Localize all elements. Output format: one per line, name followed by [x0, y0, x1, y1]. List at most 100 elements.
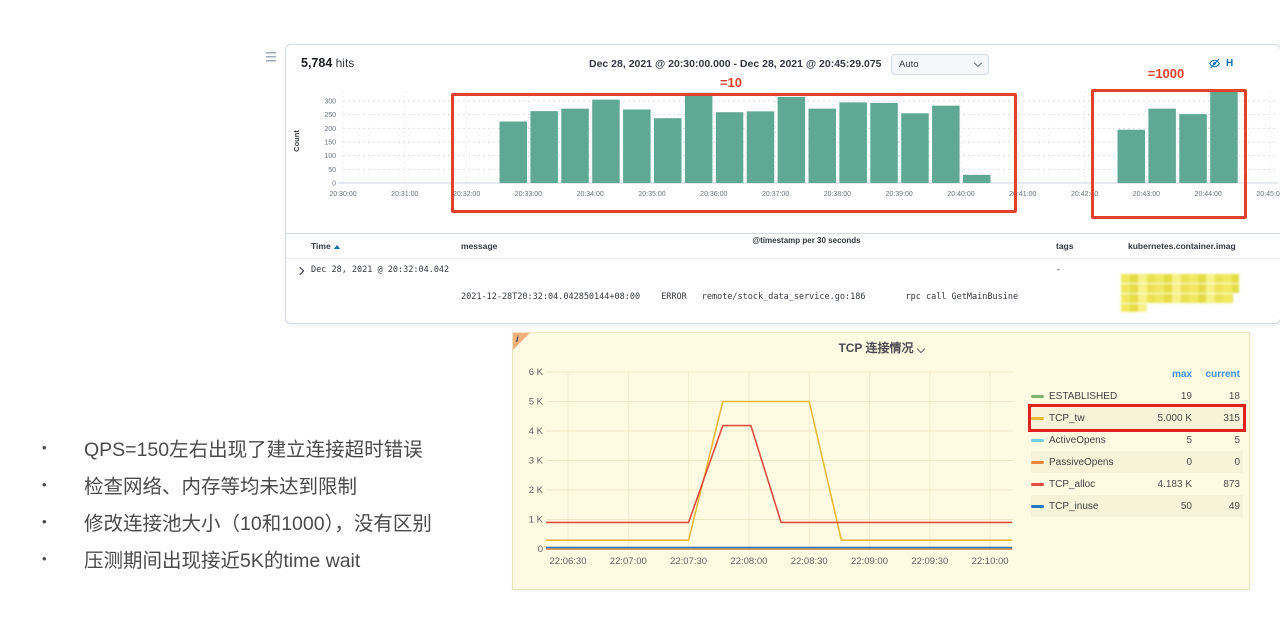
svg-text:22:10:00: 22:10:00 [972, 556, 1009, 567]
legend-row-TCP_inuse[interactable]: TCP_inuse5049 [1031, 495, 1243, 517]
series-current-value: 5 [1192, 435, 1240, 446]
bullet-icon: • [42, 551, 84, 566]
series-max-value: 19 [1136, 391, 1192, 402]
svg-text:1 K: 1 K [529, 515, 544, 526]
hits-count: 5,784 hits [301, 56, 354, 70]
series-max-value: 50 [1136, 501, 1192, 512]
annotation-label-pool10: =10 [451, 75, 1011, 90]
column-header-k8s-image[interactable]: kubernetes.container.imag [1128, 241, 1236, 251]
series-name[interactable]: TCP_tw [1049, 413, 1136, 424]
series-current-value: 315 [1192, 413, 1240, 424]
header-divider [286, 258, 1280, 259]
svg-text:3 K: 3 K [529, 456, 544, 467]
series-name[interactable]: TCP_inuse [1049, 501, 1136, 512]
series-max-value: 5.000 K [1136, 413, 1192, 424]
svg-text:Count: Count [292, 130, 301, 152]
column-header-message[interactable]: message [461, 241, 497, 251]
svg-text:250: 250 [324, 112, 336, 119]
sort-ascending-icon [334, 245, 340, 249]
svg-text:20:31:00: 20:31:00 [391, 191, 418, 198]
log-source: remote/stock_data_service.go:186 [702, 292, 866, 302]
hits-label: hits [336, 56, 355, 70]
column-header-time[interactable]: Time [311, 241, 340, 251]
series-name[interactable]: TCP_alloc [1049, 479, 1136, 490]
legend-max-header[interactable]: max [1136, 369, 1192, 380]
svg-text:200: 200 [324, 126, 336, 133]
date-range[interactable]: Dec 28, 2021 @ 20:30:00.000 - Dec 28, 20… [589, 58, 882, 70]
column-header-tags[interactable]: tags [1056, 241, 1073, 251]
note-text: QPS=150左右出现了建立连接超时错误 [84, 433, 423, 462]
series-color-dash [1031, 483, 1044, 486]
svg-text:300: 300 [324, 99, 336, 106]
legend-row-ESTABLISHED[interactable]: ESTABLISHED1918 [1031, 385, 1243, 407]
svg-text:5 K: 5 K [529, 397, 544, 408]
tcp-legend: max current ESTABLISHED1918TCP_tw5.000 K… [1031, 363, 1243, 517]
svg-text:100: 100 [324, 153, 336, 160]
row-tags-cell: - [1056, 265, 1061, 275]
svg-text:22:07:30: 22:07:30 [670, 556, 707, 567]
series-max-value: 4.183 K [1136, 479, 1192, 490]
series-color-dash [1031, 439, 1044, 442]
svg-text:22:06:30: 22:06:30 [550, 556, 587, 567]
documents-table: Time message tags kubernetes.container.i… [286, 233, 1280, 324]
log-timestamp: 2021-12-28T20:32:04.042850144+08:00 [461, 292, 640, 302]
series-max-value: 5 [1136, 435, 1192, 446]
series-current-value: 873 [1192, 479, 1240, 490]
series-current-value: 18 [1192, 391, 1240, 402]
legend-row-ActiveOpens[interactable]: ActiveOpens55 [1031, 429, 1243, 451]
row-time-cell: Dec 28, 2021 @ 20:32:04.042 [311, 265, 449, 275]
series-name[interactable]: ESTABLISHED [1049, 391, 1136, 402]
svg-text:4 K: 4 K [529, 426, 544, 437]
grafana-tcp-panel: i TCP 连接情况 22:06:3022:07:0022:07:3022:08… [512, 332, 1250, 590]
note-item: •QPS=150左右出现了建立连接超时错误 [42, 429, 522, 466]
svg-text:22:08:00: 22:08:00 [730, 556, 767, 567]
tcp-connections-chart[interactable]: 22:06:30 22:07:00 22:07:30 22:08:00 22:08:30… [513, 333, 1033, 579]
expand-row-icon[interactable] [296, 267, 304, 275]
annotation-box-pool10 [451, 93, 1017, 213]
message-line1: 2021-12-28T20:32:04.042850144+08:00 ERROR… [461, 291, 1041, 304]
svg-text:150: 150 [324, 140, 336, 147]
row-message-cell: 2021-12-28T20:32:04.042850144+08:00 ERROR… [461, 265, 1041, 324]
svg-text:0: 0 [538, 544, 543, 555]
note-text: 修改连接池大小（10和1000），没有区别 [84, 507, 432, 536]
note-text: 检查网络、内存等均未达到限制 [84, 470, 357, 499]
notes-list: •QPS=150左右出现了建立连接超时错误 •检查网络、内存等均未达到限制 •修… [42, 429, 522, 577]
interval-select-value: Auto [899, 59, 919, 70]
legend-current-header[interactable]: current [1192, 369, 1240, 380]
series-color-dash [1031, 461, 1044, 464]
svg-text:2 K: 2 K [529, 485, 544, 496]
log-level: ERROR [661, 292, 687, 302]
log-text-1: rpc call GetMainBusine [905, 292, 1018, 302]
hits-number: 5,784 [301, 56, 332, 70]
drag-handle-icon[interactable] [266, 52, 276, 64]
note-text: 压测期间出现接近5K的time wait [84, 544, 360, 573]
note-item: •检查网络、内存等均未达到限制 [42, 466, 522, 503]
svg-text:22:09:30: 22:09:30 [911, 556, 948, 567]
svg-text:0: 0 [332, 181, 336, 188]
series-color-dash [1031, 395, 1044, 398]
svg-text:20:30:00: 20:30:00 [329, 191, 356, 198]
series-current-value: 0 [1192, 457, 1240, 468]
redacted-image-value [1121, 274, 1239, 313]
svg-text:22:07:00: 22:07:00 [610, 556, 647, 567]
svg-text:6 K: 6 K [529, 367, 544, 378]
series-color-dash [1031, 505, 1044, 508]
series-current-value: 49 [1192, 501, 1240, 512]
chevron-down-icon [974, 59, 982, 67]
legend-header: max current [1031, 363, 1243, 385]
series-name[interactable]: ActiveOpens [1049, 435, 1136, 446]
annotation-box-pool1000 [1091, 89, 1247, 219]
series-max-value: 0 [1136, 457, 1192, 468]
svg-text:22:08:30: 22:08:30 [791, 556, 828, 567]
series-name[interactable]: PassiveOpens [1049, 457, 1136, 468]
legend-row-PassiveOpens[interactable]: PassiveOpens00 [1031, 451, 1243, 473]
annotation-label-pool1000: =1000 [1091, 66, 1241, 81]
svg-text:50: 50 [328, 167, 336, 174]
legend-row-TCP_alloc[interactable]: TCP_alloc4.183 K873 [1031, 473, 1243, 495]
column-header-time-label: Time [311, 241, 331, 251]
bullet-icon: • [42, 440, 84, 455]
legend-row-TCP_tw[interactable]: TCP_tw5.000 K315 [1031, 407, 1243, 429]
series-color-dash [1031, 417, 1044, 420]
note-item: •压测期间出现接近5K的time wait [42, 540, 522, 577]
interval-select[interactable]: Auto [891, 54, 989, 75]
